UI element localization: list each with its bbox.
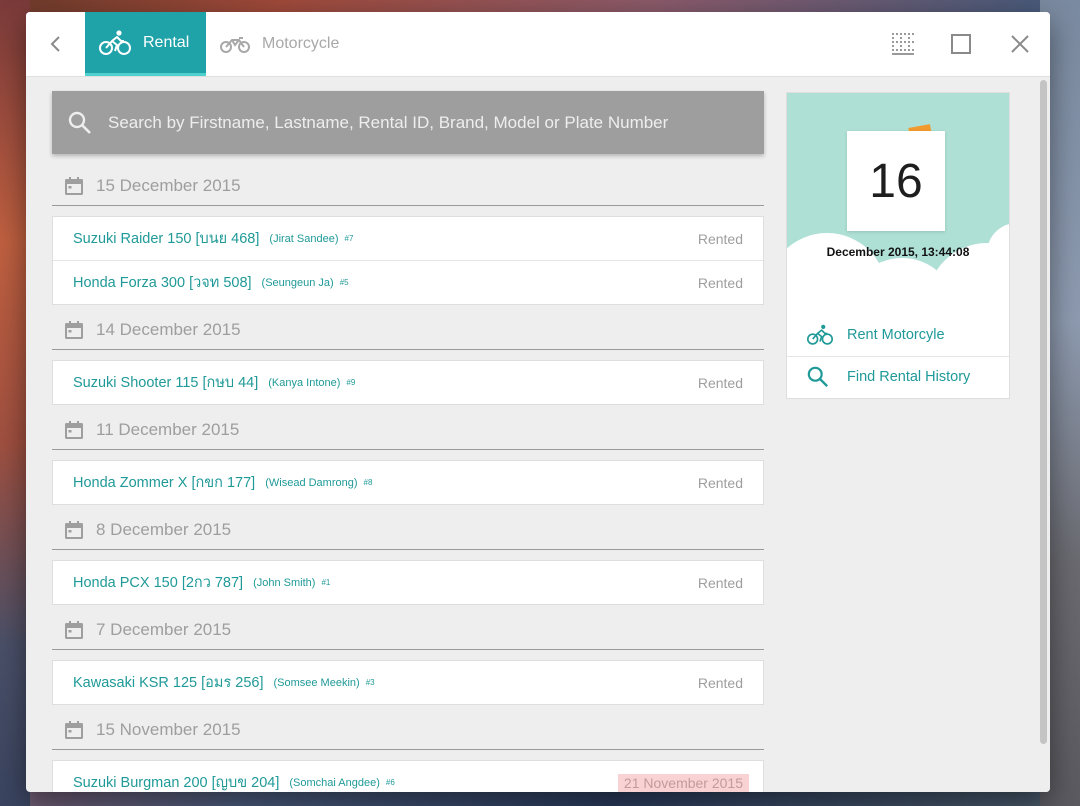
search-icon [68, 111, 92, 135]
overdue-badge: 21 November 2015 [617, 773, 749, 792]
calendar-icon [64, 520, 84, 540]
top-bar: Rental Motorcycle [26, 12, 1050, 77]
customer-name: (Somsee Meekin) [273, 676, 360, 689]
chevron-left-icon [50, 36, 60, 52]
tab-rental-label: Rental [143, 33, 190, 51]
tab-motorcycle[interactable]: Motorcycle [220, 12, 339, 76]
day-header: 11 December 2015 [52, 411, 764, 450]
tab-rental[interactable]: Rental [85, 12, 206, 76]
calendar-day: 16 [869, 154, 923, 208]
scrollbar-thumb[interactable] [1040, 80, 1047, 744]
tab-motorcycle-label: Motorcycle [262, 35, 340, 52]
customer-name: (Kanya Intone) [268, 376, 341, 389]
close-icon [1011, 35, 1029, 53]
vehicle-name: Suzuki Raider 150 [บนย 468] [73, 231, 260, 247]
status-label: Rented [697, 574, 743, 591]
rental-row[interactable]: Honda Forza 300 [วจท 508] (Seungeun Ja) #5… [53, 261, 763, 304]
rental-id: #8 [363, 478, 373, 487]
find-rental-history-link[interactable]: Find Rental History [787, 356, 1009, 398]
current-datetime: December 2015, 13:44:08 [826, 245, 970, 259]
status-label: Rented [697, 374, 743, 391]
day-header: 15 November 2015 [52, 711, 764, 750]
side-panel: 16 December 2015, 13:44:08 Rent Motorcyl… [786, 92, 1010, 399]
calendar-icon [64, 620, 84, 640]
rental-row[interactable]: Kawasaki KSR 125 [อมร 256] (Somsee Meekin… [53, 661, 763, 704]
vehicle-name: Kawasaki KSR 125 [อมร 256] [73, 675, 264, 691]
day-header-date: 8 December 2015 [96, 520, 232, 539]
day-header: 14 December 2015 [52, 311, 764, 350]
date-banner: 16 December 2015, 13:44:08 [787, 93, 1009, 313]
app-window: Rental Motorcycle Search by Firstname, L… [26, 12, 1050, 792]
vehicle-name: Honda Forza 300 [วจท 508] [73, 275, 252, 291]
customer-name: (Seungeun Ja) [261, 276, 334, 289]
vehicle-name: Honda PCX 150 [2กว 787] [73, 575, 244, 591]
vehicle-name: Suzuki Burgman 200 [ญบข 204] [73, 775, 280, 791]
rental-list: 15 December 2015 Suzuki Raider 150 [บนย 4… [52, 167, 764, 792]
day-header-date: 15 November 2015 [96, 720, 241, 739]
customer-name: (Jirat Sandee) [269, 232, 339, 245]
rental-id: #5 [339, 278, 349, 287]
rental-id: #1 [321, 578, 331, 587]
rental-group: Suzuki Burgman 200 [ญบข 204] (Somchai Ang… [52, 760, 764, 792]
calendar-icon [64, 176, 84, 196]
calendar-icon [64, 720, 84, 740]
vehicle-name: Suzuki Shooter 115 [กษบ 44] [73, 375, 259, 391]
bicycle-icon [807, 323, 833, 347]
rental-id: #7 [344, 234, 354, 243]
day-header: 15 December 2015 [52, 167, 764, 206]
status-label: Rented [697, 274, 743, 291]
rent-motorcycle-label: Rent Motorcyle [847, 327, 945, 343]
close-button[interactable] [1005, 29, 1035, 59]
rental-group: Honda PCX 150 [2กว 787] (John Smith) #1 Ren… [52, 560, 764, 605]
status-label: Rented [697, 674, 743, 691]
calendar-day-card: 16 [847, 131, 945, 231]
day-header-date: 7 December 2015 [96, 620, 232, 639]
find-rental-history-label: Find Rental History [847, 369, 971, 385]
day-header-date: 15 December 2015 [96, 176, 241, 195]
day-header: 7 December 2015 [52, 611, 764, 650]
dotted-grid-icon [892, 33, 914, 55]
rental-row[interactable]: Suzuki Shooter 115 [กษบ 44] (Kanya Intone… [53, 361, 763, 404]
rental-group: Honda Zommer X [กขก 177] (Wisead Damrong)… [52, 460, 764, 505]
calendar-icon [64, 420, 84, 440]
back-button[interactable] [40, 28, 72, 60]
rental-group: Suzuki Shooter 115 [กษบ 44] (Kanya Intone… [52, 360, 764, 405]
scrollbar[interactable] [1038, 78, 1050, 792]
rental-row[interactable]: Honda Zommer X [กขก 177] (Wisead Damrong)… [53, 461, 763, 504]
maximize-icon [951, 34, 971, 54]
bicycle-icon [99, 29, 131, 57]
search-icon [807, 366, 833, 388]
vehicle-name: Honda Zommer X [กขก 177] [73, 475, 256, 491]
status-label: Rented [697, 230, 743, 247]
maximize-button[interactable] [946, 29, 976, 59]
search-bar [52, 91, 764, 154]
rental-row[interactable]: Suzuki Burgman 200 [ญบข 204] (Somchai Ang… [53, 761, 763, 792]
rental-id: #3 [365, 678, 375, 687]
customer-name: (John Smith) [253, 576, 316, 589]
rent-motorcycle-link[interactable]: Rent Motorcyle [787, 314, 1009, 357]
customer-name: (Somchai Angdee) [289, 776, 380, 789]
rental-id: #9 [346, 378, 356, 387]
day-header: 8 December 2015 [52, 511, 764, 550]
grid-view-button[interactable] [888, 29, 918, 59]
search-input[interactable] [106, 111, 730, 134]
rental-row[interactable]: Honda PCX 150 [2กว 787] (John Smith) #1 Ren… [53, 561, 763, 604]
rental-row[interactable]: Suzuki Raider 150 [บนย 468] (Jirat Sandee… [53, 217, 763, 261]
rental-id: #6 [385, 778, 395, 787]
day-header-date: 14 December 2015 [96, 320, 241, 339]
status-label: Rented [697, 474, 743, 491]
motorcycle-icon [220, 33, 250, 55]
day-header-date: 11 December 2015 [96, 420, 240, 439]
rental-group: Suzuki Raider 150 [บนย 468] (Jirat Sandee… [52, 216, 764, 305]
calendar-icon [64, 320, 84, 340]
customer-name: (Wisead Damrong) [265, 476, 358, 489]
rental-group: Kawasaki KSR 125 [อมร 256] (Somsee Meekin… [52, 660, 764, 705]
